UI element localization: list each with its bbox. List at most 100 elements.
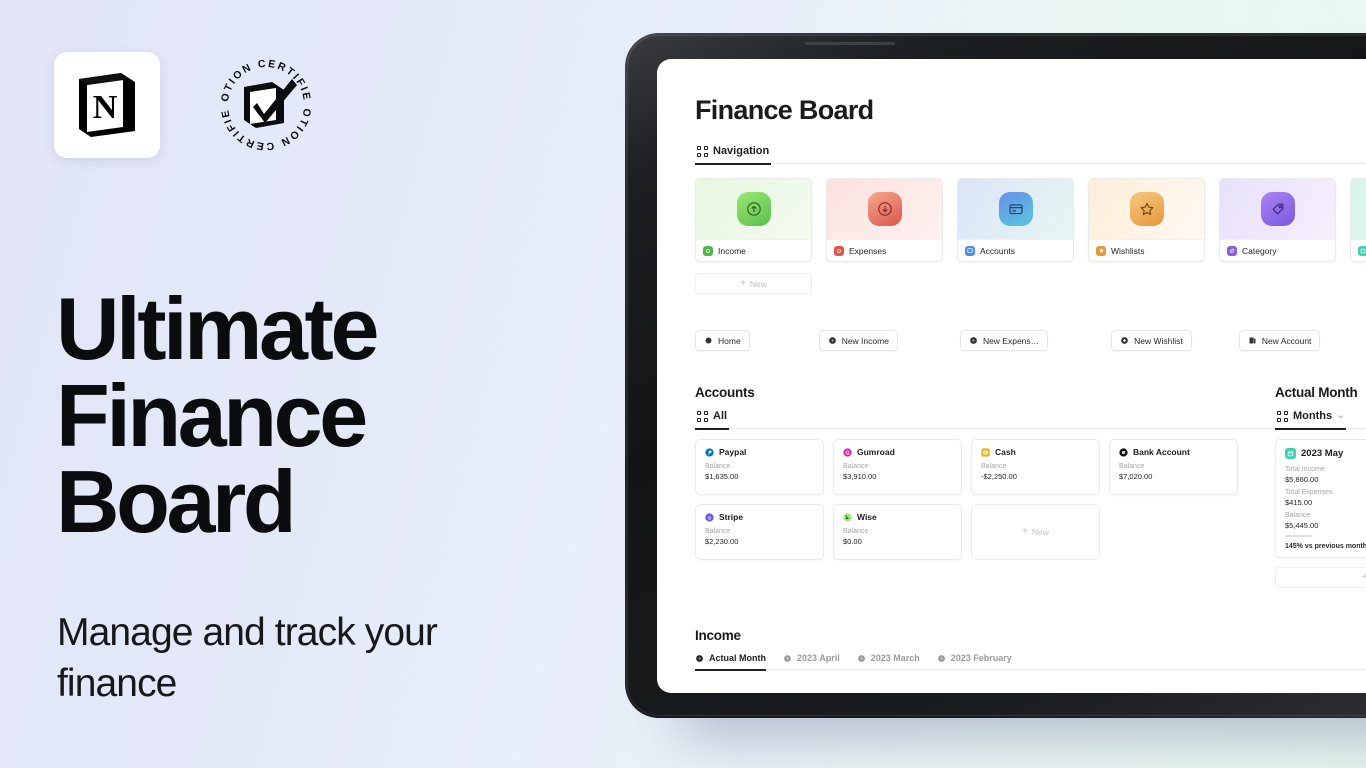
new-expense-button[interactable]: New Expens… (959, 330, 1049, 351)
grid-icon (697, 145, 708, 157)
accounts-card-grid: Paypal Balance $1,635.00 G Gumroad Balan… (695, 439, 1275, 560)
balance-label: Balance (843, 528, 869, 535)
calendar-icon (1358, 245, 1366, 256)
arrow-up-circle-icon (828, 337, 836, 344)
nav-card-label-row: Expenses (827, 239, 942, 261)
paypal-icon (705, 447, 714, 457)
accounts-section-title: Accounts (695, 385, 755, 400)
logo-group: N NOTION CERTIFIED NOTION CERTIFIED (54, 52, 318, 158)
nav-card-cover (696, 179, 811, 239)
month-card-name: 2023 May (1301, 448, 1344, 459)
new-account-button[interactable]: New Account (1238, 330, 1321, 351)
balance-label: Balance (705, 463, 731, 470)
account-card-header: Bank Account (1119, 447, 1228, 457)
account-card-paypal[interactable]: Paypal Balance $1,635.00 (695, 439, 824, 495)
nav-card-accounts[interactable]: Accounts (957, 178, 1074, 262)
month-balance-value: $5,445.00 (1285, 521, 1319, 530)
account-card-header: Paypal (705, 447, 814, 457)
nav-card-expenses[interactable]: Expenses (826, 178, 943, 262)
tab-label: 2023 February (950, 653, 1012, 663)
income-chip-icon (703, 245, 713, 256)
tab-income-2023-april[interactable]: 2023 April (783, 653, 840, 669)
tab-months[interactable]: Months (1275, 410, 1346, 428)
account-name: Paypal (719, 447, 747, 457)
nav-card-label-row: Income (696, 239, 811, 261)
chevron-down-icon (1338, 414, 1343, 418)
account-card-cash[interactable]: Cash Balance -$2,250.00 (971, 439, 1100, 495)
balance-value: $7,020.00 (1119, 472, 1153, 481)
arrow-down-circle-icon (867, 192, 902, 226)
nav-new-button[interactable]: + New (695, 273, 812, 294)
nav-card-category[interactable]: Category (1219, 178, 1336, 262)
arrow-down-circle-icon (970, 337, 977, 344)
balance-value: -$2,250.00 (981, 472, 1017, 481)
star-circle-icon (1121, 337, 1129, 344)
svg-text:N: N (93, 89, 118, 126)
navigation-gallery: Income Expenses Accounts Wishlists Categ… (695, 178, 1366, 262)
new-income-button-label: New Income (841, 335, 889, 346)
tab-all[interactable]: All (695, 410, 729, 428)
tab-navigation[interactable]: Navigation (695, 145, 771, 163)
tab-income-actual-month[interactable]: Actual Month (695, 653, 766, 669)
account-new-label: New (1031, 527, 1049, 537)
month-summary-card[interactable]: 2023 May Total Income $5,860.00 Total Ex… (1275, 439, 1366, 558)
account-card-wise[interactable]: Wise Balance $0.00 (833, 504, 962, 560)
nav-card-cover (827, 179, 942, 239)
income-tabbar: Actual Month 2023 April 2023 March 2023 … (695, 653, 1366, 670)
new-income-button[interactable]: New Income (818, 330, 898, 351)
new-wishlist-button[interactable]: New Wishlist (1111, 330, 1192, 351)
account-new-button[interactable]: + New (971, 504, 1100, 560)
nav-card-wishlists[interactable]: Wishlists (1088, 178, 1205, 262)
month-balance-label: Balance (1285, 512, 1311, 519)
balance-label: Balance (981, 463, 1007, 470)
home-button-label: Home (718, 335, 741, 346)
home-button[interactable]: Home (695, 330, 750, 351)
account-card-bank[interactable]: Bank Account Balance $7,020.00 (1109, 439, 1238, 495)
total-expenses-label: Total Expenses (1285, 489, 1333, 496)
income-section: Income Actual Month 2023 April 2023 Marc… (695, 628, 1366, 670)
tab-label: Actual Month (709, 653, 766, 663)
promo-subheadline: Manage and track your finance (57, 611, 438, 705)
new-expense-button-label: New Expens… (982, 335, 1040, 346)
nav-card-label: Expenses (849, 245, 887, 256)
category-chip-icon (1227, 245, 1237, 256)
total-income-value: $5,860.00 (1285, 475, 1319, 484)
balance-value: $0.00 (843, 537, 862, 546)
balance-value: $1,635.00 (705, 472, 739, 481)
notion-page: Finance Board Navigation Income Expenses… (657, 59, 1366, 670)
tablet-device-frame: Finance Board Navigation Income Expenses… (625, 33, 1366, 718)
arrow-up-circle-icon (784, 654, 791, 662)
expenses-chip-icon (834, 245, 844, 256)
arrow-up-circle-icon (937, 654, 945, 662)
circle-filled-icon (705, 337, 712, 344)
income-section-title: Income (695, 628, 741, 643)
nav-card-label-row: Accounts (958, 239, 1073, 261)
tab-label: 2023 March (870, 653, 920, 663)
account-card-header: G Gumroad (843, 447, 952, 457)
tag-icon (1260, 192, 1295, 226)
accounts-column: Accounts All Paypal Balance $1,635.00 G … (695, 385, 1275, 588)
month-new-button[interactable]: + Ne (1275, 567, 1366, 588)
plus-icon: + (740, 277, 746, 289)
nav-new-row: + New (695, 273, 1366, 294)
account-card-stripe[interactable]: S Stripe Balance $2,230.00 (695, 504, 824, 560)
balance-label: Balance (1119, 463, 1145, 470)
divider (1285, 535, 1313, 537)
plus-icon: + (1361, 571, 1366, 583)
nav-card-income[interactable]: Income (695, 178, 812, 262)
cash-icon (981, 447, 990, 457)
nav-card-months[interactable]: Mo (1350, 178, 1366, 262)
month-section-title: Actual Month (1275, 385, 1358, 400)
gumroad-icon: G (843, 447, 852, 457)
notion-certified-badge-icon: NOTION CERTIFIED NOTION CERTIFIED (214, 53, 318, 157)
svg-text:G: G (845, 450, 849, 456)
new-wishlist-button-label: New Wishlist (1134, 335, 1183, 346)
navigation-tabbar: Navigation (695, 145, 1366, 164)
arrow-up-circle-icon (857, 654, 865, 662)
nav-card-label-row: Category (1220, 239, 1335, 261)
tab-income-2023-march[interactable]: 2023 March (857, 653, 920, 669)
account-card-gumroad[interactable]: G Gumroad Balance $3,910.00 (833, 439, 962, 495)
tab-income-2023-february[interactable]: 2023 February (937, 653, 1012, 669)
account-name: Cash (995, 447, 1016, 457)
plus-icon: + (1022, 526, 1028, 537)
